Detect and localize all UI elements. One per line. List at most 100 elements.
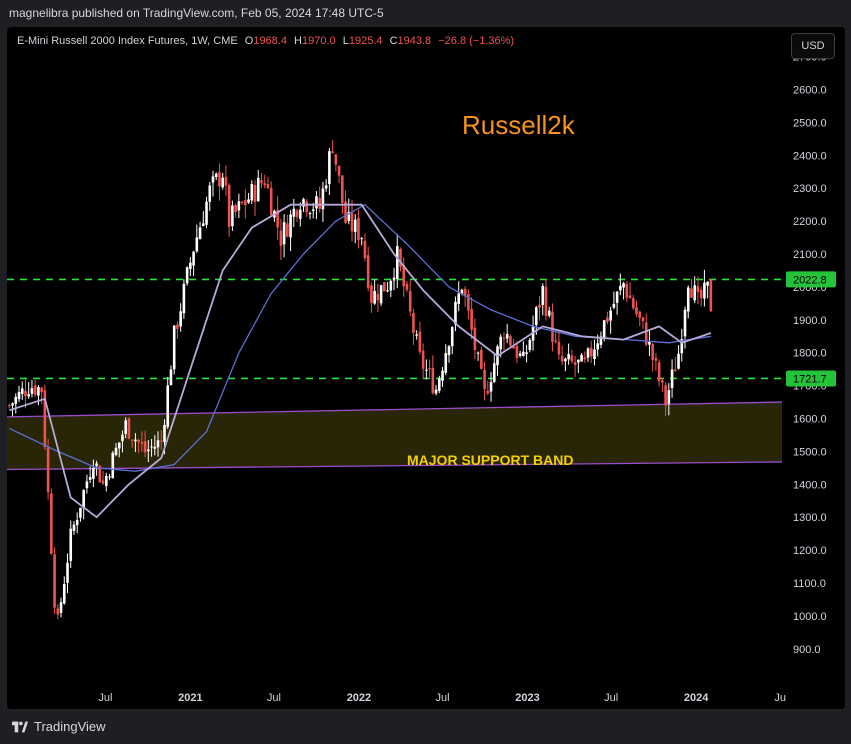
candle-body[interactable] xyxy=(405,283,409,290)
candle-body[interactable] xyxy=(279,230,283,246)
candle-body[interactable] xyxy=(609,310,612,321)
candle-body[interactable] xyxy=(583,357,587,360)
candle-body[interactable] xyxy=(657,362,661,382)
candle-body[interactable] xyxy=(17,391,21,400)
candle-body[interactable] xyxy=(221,177,224,188)
candle-body[interactable] xyxy=(547,310,551,316)
candle-body[interactable] xyxy=(11,403,14,406)
candle-body[interactable] xyxy=(159,440,163,442)
candle-body[interactable] xyxy=(40,387,43,393)
candle-body[interactable] xyxy=(376,293,380,301)
candle-body[interactable] xyxy=(59,602,63,613)
candle-body[interactable] xyxy=(282,222,286,245)
candle-body[interactable] xyxy=(69,528,73,561)
candle-body[interactable] xyxy=(515,345,519,358)
candle-body[interactable] xyxy=(709,280,713,312)
candle-body[interactable] xyxy=(421,350,425,369)
chart-frame[interactable]: 2700.02600.02500.02400.02300.02200.02100… xyxy=(7,27,845,709)
candle-body[interactable] xyxy=(686,287,690,312)
candle-body[interactable] xyxy=(169,369,173,386)
candle-body[interactable] xyxy=(386,290,389,292)
time-axis[interactable] xyxy=(7,685,845,709)
candle-body[interactable] xyxy=(544,286,548,317)
candle-body[interactable] xyxy=(269,188,273,215)
candle-body[interactable] xyxy=(560,356,564,362)
candle-body[interactable] xyxy=(606,317,609,322)
candle-body[interactable] xyxy=(315,196,318,209)
candle-body[interactable] xyxy=(240,201,244,203)
candle-body[interactable] xyxy=(408,291,412,312)
candle-body[interactable] xyxy=(538,304,541,308)
candle-body[interactable] xyxy=(14,396,18,404)
candle-body[interactable] xyxy=(114,447,118,456)
candle-body[interactable] xyxy=(567,354,570,360)
candle-body[interactable] xyxy=(664,385,667,406)
candle-body[interactable] xyxy=(108,476,111,478)
candle-body[interactable] xyxy=(286,223,289,237)
candle-body[interactable] xyxy=(234,205,237,212)
candle-body[interactable] xyxy=(185,267,189,284)
candle-body[interactable] xyxy=(654,357,658,361)
candle-body[interactable] xyxy=(247,199,250,203)
candle-body[interactable] xyxy=(674,369,677,372)
candle-body[interactable] xyxy=(425,369,428,371)
candle-body[interactable] xyxy=(66,562,69,583)
candle-body[interactable] xyxy=(92,467,95,479)
candle-body[interactable] xyxy=(256,178,260,202)
candle-body[interactable] xyxy=(88,477,92,480)
candle-body[interactable] xyxy=(20,388,24,394)
candle-body[interactable] xyxy=(295,210,299,218)
candle-body[interactable] xyxy=(615,291,619,303)
candle-body[interactable] xyxy=(373,290,376,304)
candle-body[interactable] xyxy=(370,285,373,304)
candle-body[interactable] xyxy=(121,434,124,442)
candle-body[interactable] xyxy=(415,334,418,336)
candle-body[interactable] xyxy=(596,343,600,350)
candle-body[interactable] xyxy=(266,184,270,188)
candle-body[interactable] xyxy=(218,172,221,187)
candle-body[interactable] xyxy=(195,237,199,252)
candle-body[interactable] xyxy=(683,309,687,337)
candle-body[interactable] xyxy=(104,475,108,486)
candle-body[interactable] xyxy=(318,197,321,209)
candle-body[interactable] xyxy=(117,442,121,449)
candle-body[interactable] xyxy=(589,347,593,357)
candle-body[interactable] xyxy=(130,439,134,441)
candle-body[interactable] xyxy=(593,349,596,360)
candle-body[interactable] xyxy=(292,208,296,217)
candle-body[interactable] xyxy=(693,285,697,301)
candle-body[interactable] xyxy=(205,201,208,225)
candle-body[interactable] xyxy=(324,185,328,189)
candle-body[interactable] xyxy=(305,201,309,213)
candle-body[interactable] xyxy=(534,307,538,326)
candle-body[interactable] xyxy=(62,584,66,604)
candle-body[interactable] xyxy=(140,442,144,444)
candle-body[interactable] xyxy=(476,352,480,354)
candle-body[interactable] xyxy=(522,351,525,356)
candle-body[interactable] xyxy=(564,358,567,362)
candle-body[interactable] xyxy=(253,185,257,202)
candle-body[interactable] xyxy=(602,320,606,339)
candle-body[interactable] xyxy=(179,311,182,327)
candle-body[interactable] xyxy=(147,449,150,452)
candle-body[interactable] xyxy=(201,223,205,227)
candle-body[interactable] xyxy=(231,205,234,227)
candle-body[interactable] xyxy=(321,188,325,210)
candle-body[interactable] xyxy=(635,307,638,315)
candle-body[interactable] xyxy=(509,336,512,346)
candle-body[interactable] xyxy=(505,333,509,339)
candle-body[interactable] xyxy=(166,385,170,427)
candle-body[interactable] xyxy=(580,354,583,362)
candle-body[interactable] xyxy=(648,341,651,345)
candle-body[interactable] xyxy=(670,369,674,389)
candle-body[interactable] xyxy=(176,324,179,329)
candle-body[interactable] xyxy=(363,240,367,259)
candle-body[interactable] xyxy=(706,281,709,286)
candle-body[interactable] xyxy=(431,367,435,394)
candle-body[interactable] xyxy=(622,283,625,288)
candle-body[interactable] xyxy=(612,303,616,308)
candle-body[interactable] xyxy=(192,251,195,266)
candle-body[interactable] xyxy=(263,183,267,186)
candle-body[interactable] xyxy=(392,277,396,281)
candle-body[interactable] xyxy=(137,439,140,443)
